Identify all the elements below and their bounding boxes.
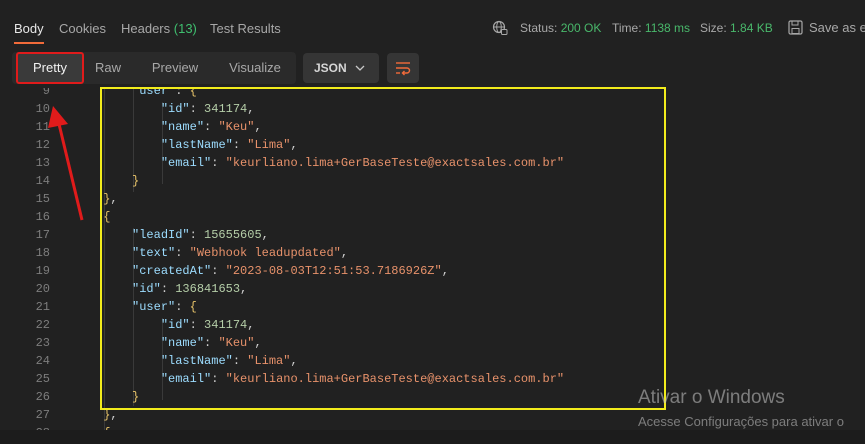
red-arrow-annotation — [48, 106, 84, 221]
windows-activation-title: Ativar o Windows — [638, 387, 785, 408]
bottom-edge — [0, 430, 865, 444]
windows-activation-subtitle: Acesse Configurações para ativar o — [638, 414, 844, 429]
scrollbar[interactable] — [855, 90, 863, 420]
